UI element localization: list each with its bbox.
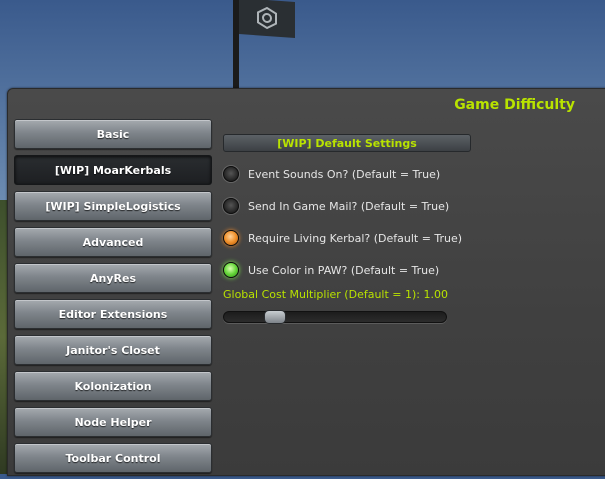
sidebar-item-kolonization[interactable]: Kolonization [14, 371, 212, 401]
flag [239, 0, 295, 38]
cost-multiplier-slider[interactable] [223, 310, 447, 324]
flag-emblem-icon [257, 6, 277, 30]
sidebar-item-editor-extensions[interactable]: Editor Extensions [14, 299, 212, 329]
sidebar-item-janitors-closet[interactable]: Janitor's Closet [14, 335, 212, 365]
toggle-label: Use Color in PAW? (Default = True) [248, 263, 440, 277]
toggle-event-sounds[interactable]: Event Sounds On? (Default = True) [223, 164, 583, 184]
sidebar-item-toolbar-control[interactable]: Toolbar Control [14, 443, 212, 473]
section-header: [WIP] Default Settings [223, 134, 471, 152]
cost-multiplier-label: Global Cost Multiplier (Default = 1): 1.… [223, 288, 448, 301]
window-title: Game Difficulty [454, 97, 575, 113]
toggle-list: Event Sounds On? (Default = True) Send I… [223, 164, 583, 280]
sidebar-item-anyres[interactable]: AnyRes [14, 263, 212, 293]
sidebar-item-simplelogistics[interactable]: [WIP] SimpleLogistics [14, 191, 212, 221]
toggle-send-mail[interactable]: Send In Game Mail? (Default = True) [223, 196, 583, 216]
radio-toggle[interactable] [223, 166, 239, 182]
radio-toggle[interactable] [223, 262, 239, 278]
sidebar: Basic [WIP] MoarKerbals [WIP] SimpleLogi… [14, 119, 212, 479]
toggle-use-color-paw[interactable]: Use Color in PAW? (Default = True) [223, 260, 583, 280]
radio-toggle[interactable] [223, 230, 239, 246]
sidebar-item-advanced[interactable]: Advanced [14, 227, 212, 257]
sidebar-item-basic[interactable]: Basic [14, 119, 212, 149]
game-difficulty-window: Game Difficulty Basic [WIP] MoarKerbals … [7, 88, 605, 476]
toggle-label: Require Living Kerbal? (Default = True) [248, 231, 463, 245]
sidebar-item-moarkerbals[interactable]: [WIP] MoarKerbals [14, 155, 212, 185]
toggle-label: Send In Game Mail? (Default = True) [248, 199, 450, 213]
settings-panel: [WIP] Default Settings Event Sounds On? … [223, 134, 583, 324]
radio-toggle[interactable] [223, 198, 239, 214]
toggle-require-living-kerbal[interactable]: Require Living Kerbal? (Default = True) [223, 228, 583, 248]
slider-handle[interactable] [264, 310, 286, 324]
toggle-label: Event Sounds On? (Default = True) [248, 167, 441, 181]
sidebar-item-node-helper[interactable]: Node Helper [14, 407, 212, 437]
